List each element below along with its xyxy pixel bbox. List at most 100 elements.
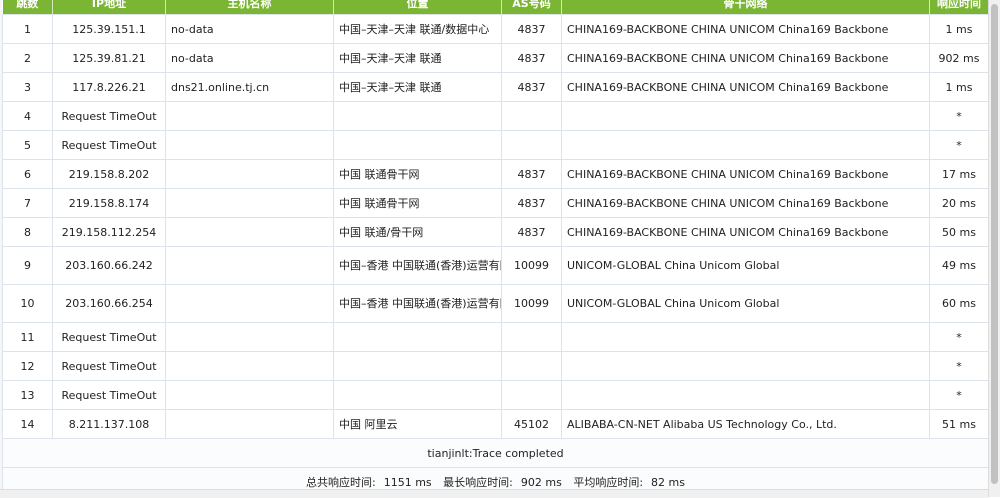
hop-cell: 14 [2, 409, 53, 439]
time-cell: * [929, 101, 989, 131]
location-cell [333, 351, 502, 381]
hop-cell: 10 [2, 284, 53, 323]
location-cell [333, 322, 502, 352]
table-row: 13 Request TimeOut * [2, 380, 989, 410]
table-row: 12 Request TimeOut * [2, 351, 989, 381]
table-row: 10 203.160.66.254 中国–香港 中国联通(香港)运营有限公司 1… [2, 284, 989, 323]
hop-cell: 6 [2, 159, 53, 189]
location-cell: 中国 联通骨干网 [333, 159, 502, 189]
header-hop: 跳数 [2, 0, 53, 15]
backbone-cell: UNICOM-GLOBAL China Unicom Global [561, 284, 930, 323]
hop-cell: 12 [2, 351, 53, 381]
hop-cell: 4 [2, 101, 53, 131]
backbone-cell [561, 351, 930, 381]
host-cell: dns21.online.tj.cn [165, 72, 334, 102]
time-cell: 60 ms [929, 284, 989, 323]
location-cell [333, 101, 502, 131]
table-row: 7 219.158.8.174 中国 联通骨干网 4837 CHINA169-B… [2, 188, 989, 218]
ip-cell: Request TimeOut [52, 380, 166, 410]
table-row: 9 203.160.66.242 中国–香港 中国联通(香港)运营有限公司 10… [2, 246, 989, 285]
as-cell: 4837 [501, 188, 562, 218]
backbone-cell: CHINA169-BACKBONE CHINA UNICOM China169 … [561, 72, 930, 102]
header-as: AS号码 [501, 0, 562, 15]
ip-cell: 125.39.81.21 [52, 43, 166, 73]
backbone-cell [561, 380, 930, 410]
header-host: 主机名称 [165, 0, 334, 15]
time-cell: 20 ms [929, 188, 989, 218]
table-row: 8 219.158.112.254 中国 联通/骨干网 4837 CHINA16… [2, 217, 989, 247]
trace-page: 跳数 IP地址 主机名称 位置 AS号码 骨干网络 响应时间 1 125.39.… [0, 0, 1000, 498]
hop-cell: 7 [2, 188, 53, 218]
backbone-cell: CHINA169-BACKBONE CHINA UNICOM China169 … [561, 217, 930, 247]
ip-cell: 117.8.226.21 [52, 72, 166, 102]
host-cell [165, 217, 334, 247]
location-cell: 中国 阿里云 [333, 409, 502, 439]
time-cell: 1 ms [929, 72, 989, 102]
status-row: tianjinlt:Trace completed [2, 438, 989, 468]
location-cell: 中国–天津–天津 联通 [333, 72, 502, 102]
table-row: 2 125.39.81.21 no-data 中国–天津–天津 联通 4837 … [2, 43, 989, 73]
location-cell: 中国 联通/骨干网 [333, 217, 502, 247]
table-header-row: 跳数 IP地址 主机名称 位置 AS号码 骨干网络 响应时间 [2, 0, 989, 15]
host-cell [165, 351, 334, 381]
ip-cell: Request TimeOut [52, 101, 166, 131]
time-cell: 17 ms [929, 159, 989, 189]
as-cell: 4837 [501, 43, 562, 73]
host-cell [165, 409, 334, 439]
header-backbone: 骨干网络 [561, 0, 930, 15]
backbone-cell: ALIBABA-CN-NET Alibaba US Technology Co.… [561, 409, 930, 439]
location-cell: 中国–天津–天津 联通/数据中心 [333, 14, 502, 44]
table-row: 1 125.39.151.1 no-data 中国–天津–天津 联通/数据中心 … [2, 14, 989, 44]
as-cell: 10099 [501, 284, 562, 323]
ip-cell: 203.160.66.242 [52, 246, 166, 285]
total-time-value: 1151 ms [383, 476, 432, 489]
avg-time-value: 82 ms [651, 476, 685, 489]
time-cell: 51 ms [929, 409, 989, 439]
as-cell [501, 351, 562, 381]
hop-cell: 1 [2, 14, 53, 44]
location-cell [333, 130, 502, 160]
location-cell [333, 380, 502, 410]
host-cell: no-data [165, 43, 334, 73]
host-cell [165, 380, 334, 410]
host-cell [165, 101, 334, 131]
vertical-scrollbar-thumb[interactable] [991, 4, 998, 484]
location-cell: 中国 联通骨干网 [333, 188, 502, 218]
time-cell: 902 ms [929, 43, 989, 73]
time-cell: * [929, 380, 989, 410]
time-cell: * [929, 351, 989, 381]
ip-cell: 8.211.137.108 [52, 409, 166, 439]
max-time-label: 最长响应时间: [443, 476, 513, 489]
as-cell [501, 380, 562, 410]
ip-cell: Request TimeOut [52, 322, 166, 352]
location-cell: 中国–香港 中国联通(香港)运营有限公司 [333, 284, 502, 323]
as-cell: 4837 [501, 14, 562, 44]
time-cell: 49 ms [929, 246, 989, 285]
as-cell: 4837 [501, 159, 562, 189]
host-cell [165, 188, 334, 218]
time-cell: 1 ms [929, 14, 989, 44]
location-cell: 中国–天津–天津 联通 [333, 43, 502, 73]
hop-cell: 5 [2, 130, 53, 160]
hop-cell: 9 [2, 246, 53, 285]
host-cell [165, 284, 334, 323]
hop-cell: 8 [2, 217, 53, 247]
backbone-cell: CHINA169-BACKBONE CHINA UNICOM China169 … [561, 159, 930, 189]
backbone-cell: CHINA169-BACKBONE CHINA UNICOM China169 … [561, 43, 930, 73]
trace-rows: 1 125.39.151.1 no-data 中国–天津–天津 联通/数据中心 … [2, 14, 989, 497]
as-cell: 45102 [501, 409, 562, 439]
as-cell: 4837 [501, 72, 562, 102]
time-cell: * [929, 322, 989, 352]
avg-time-label: 平均响应时间: [573, 476, 644, 489]
table-row: 6 219.158.8.202 中国 联通骨干网 4837 CHINA169-B… [2, 159, 989, 189]
host-cell [165, 246, 334, 285]
vertical-scrollbar[interactable] [988, 0, 1000, 497]
table-row: 4 Request TimeOut * [2, 101, 989, 131]
hop-cell: 11 [2, 322, 53, 352]
header-time: 响应时间 [929, 0, 989, 15]
backbone-cell [561, 101, 930, 131]
backbone-cell: CHINA169-BACKBONE CHINA UNICOM China169 … [561, 14, 930, 44]
as-cell: 4837 [501, 217, 562, 247]
as-cell [501, 322, 562, 352]
ip-cell: 219.158.8.202 [52, 159, 166, 189]
